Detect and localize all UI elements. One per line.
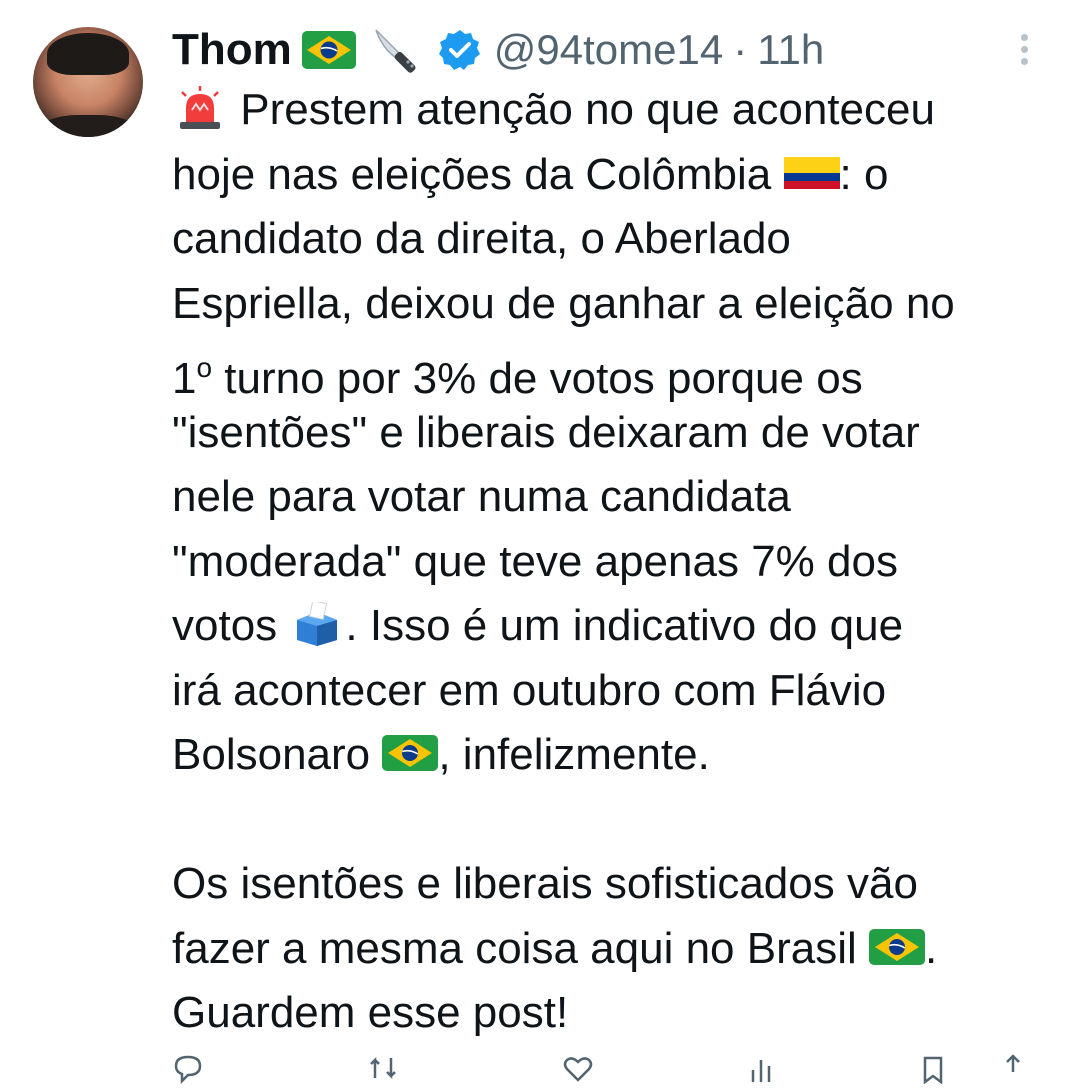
knife-emoji (370, 24, 422, 76)
text-run: : o (839, 149, 889, 199)
text-line-4: Espriella, deixou de ganhar a eleição no (172, 278, 955, 328)
text-line-9: votos . Isso é um indicativo do que (172, 594, 1072, 659)
views-icon[interactable] (747, 1052, 779, 1082)
text-run: turno por 3% de votos porque os (212, 354, 863, 403)
text-run: Bolsonaro (172, 730, 383, 779)
share-icon[interactable] (997, 1052, 1029, 1082)
avatar-shirt (39, 115, 137, 137)
ballot-box-emoji (289, 602, 345, 646)
brazil-flag-emoji (382, 731, 439, 775)
text-run: . Isso é um indicativo do que (345, 601, 904, 650)
bookmark-icon[interactable] (917, 1052, 949, 1085)
retweet-icon[interactable] (367, 1052, 399, 1082)
tweet-actions-bar (172, 1052, 1032, 1085)
text-line-10: irá acontecer em outubro com Flávio (172, 665, 887, 715)
tweet-card[interactable]: Thom @94tome14 · 11h Prestem atenção no … (0, 0, 1080, 1085)
text-line-8: "moderada" que teve apenas 7% dos (172, 536, 898, 586)
ordinal-superscript: o (196, 352, 213, 383)
colombia-flag-emoji (783, 151, 840, 195)
text-line-11: Bolsonaro , infelizmente. (172, 723, 1072, 788)
text-run: hoje nas eleições da Colômbia (172, 149, 784, 199)
brazil-flag-emoji (301, 31, 356, 69)
verified-badge-icon[interactable] (438, 28, 482, 72)
siren-emoji (172, 86, 228, 130)
brazil-flag-emoji (868, 925, 925, 969)
text-run: . (924, 923, 938, 973)
text-run: 1 (172, 354, 197, 403)
text-line-6: "isentões" e liberais deixaram de votar (172, 407, 920, 457)
like-icon[interactable] (562, 1052, 594, 1082)
tweet-header: Thom @94tome14 · 11h (172, 20, 824, 80)
text-run: , infelizmente. (438, 730, 710, 779)
author-handle[interactable]: @94tome14 (494, 26, 723, 74)
text-run: votos (172, 601, 290, 650)
timestamp[interactable]: 11h (757, 26, 824, 74)
header-separator: · (733, 26, 748, 73)
text-line-14: Guardem esse post! (172, 988, 569, 1037)
text-line-13: fazer a mesma coisa aqui no Brasil . (172, 917, 1072, 982)
avatar[interactable] (33, 27, 143, 137)
tweet-text: Prestem atenção no que aconteceu hoje na… (172, 78, 1072, 1046)
text-line-1: Prestem atenção no que aconteceu (172, 78, 1072, 143)
author-name[interactable]: Thom (172, 25, 292, 75)
text-line-5: 1o turno por 3% de votos porque os (172, 336, 1072, 403)
text-line-12: Os isentões e liberais sofisticados vão (172, 859, 918, 908)
avatar-hair (47, 33, 129, 75)
reply-icon[interactable] (172, 1052, 204, 1085)
text-run: Prestem atenção no que aconteceu (228, 85, 935, 134)
text-line-3: candidato da direita, o Aberlado (172, 214, 791, 263)
more-options-icon[interactable] (1014, 34, 1034, 72)
text-line-2: hoje nas eleições da Colômbia : o (172, 143, 1072, 208)
text-run: fazer a mesma coisa aqui no Brasil (172, 923, 869, 973)
text-line-7: nele para votar numa candidata (172, 472, 791, 521)
